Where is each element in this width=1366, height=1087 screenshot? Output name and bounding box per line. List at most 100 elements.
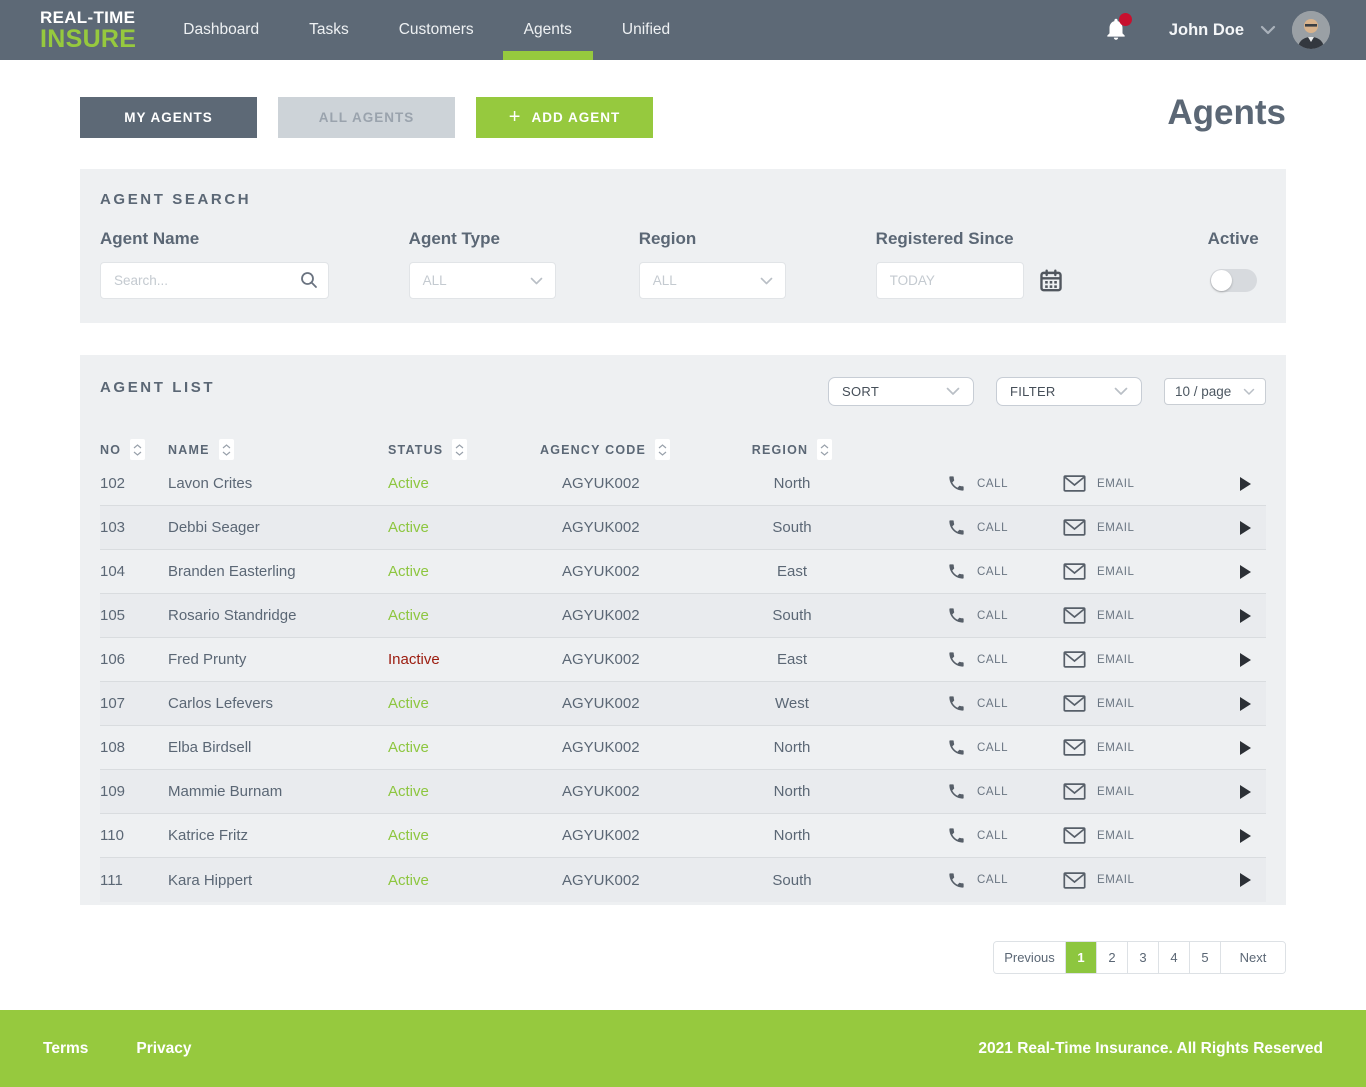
brand-logo[interactable]: REAL-TIME INSURE bbox=[40, 9, 136, 52]
email-button[interactable]: EMAIL bbox=[1063, 607, 1203, 624]
email-icon bbox=[1063, 607, 1086, 624]
user-menu-chevron-icon[interactable] bbox=[1260, 25, 1276, 35]
filter-select[interactable]: FILTER bbox=[996, 377, 1142, 406]
toolbar: MY AGENTS ALL AGENTS + ADD AGENT Agents bbox=[80, 93, 1286, 138]
call-button[interactable]: CALL bbox=[947, 606, 1063, 625]
email-button[interactable]: EMAIL bbox=[1063, 695, 1203, 712]
agent-agency-code: AGYUK002 bbox=[562, 695, 640, 712]
agent-name: Lavon Crites bbox=[168, 475, 253, 492]
expand-row-arrow-icon[interactable] bbox=[1203, 564, 1266, 580]
email-button[interactable]: EMAIL bbox=[1063, 827, 1203, 844]
expand-row-arrow-icon[interactable] bbox=[1203, 476, 1266, 492]
column-header-status[interactable]: STATUS bbox=[388, 439, 540, 460]
agent-region: North bbox=[773, 827, 811, 844]
active-toggle[interactable] bbox=[1209, 269, 1257, 292]
pagination-page-5[interactable]: 5 bbox=[1190, 942, 1221, 973]
calendar-icon[interactable] bbox=[1038, 268, 1064, 294]
expand-row-arrow-icon[interactable] bbox=[1203, 828, 1266, 844]
call-label: CALL bbox=[977, 653, 1009, 666]
nav-item-customers[interactable]: Customers bbox=[374, 0, 499, 60]
my-agents-button[interactable]: MY AGENTS bbox=[80, 97, 257, 138]
top-navbar: REAL-TIME INSURE Dashboard Tasks Custome… bbox=[0, 0, 1366, 60]
email-button[interactable]: EMAIL bbox=[1063, 651, 1203, 668]
call-button[interactable]: CALL bbox=[947, 518, 1063, 537]
nav-item-dashboard[interactable]: Dashboard bbox=[158, 0, 284, 60]
expand-row-arrow-icon[interactable] bbox=[1203, 872, 1266, 888]
phone-icon bbox=[949, 828, 964, 843]
column-header-name[interactable]: NAME bbox=[168, 439, 388, 460]
add-agent-button[interactable]: + ADD AGENT bbox=[476, 97, 653, 138]
terms-link[interactable]: Terms bbox=[43, 1040, 88, 1058]
call-button[interactable]: CALL bbox=[947, 738, 1063, 757]
call-button[interactable]: CALL bbox=[947, 474, 1063, 493]
agent-no: 110 bbox=[100, 827, 124, 844]
sort-icon[interactable] bbox=[817, 439, 833, 460]
expand-row-arrow-icon[interactable] bbox=[1203, 608, 1266, 624]
call-button[interactable]: CALL bbox=[947, 826, 1063, 845]
email-button[interactable]: EMAIL bbox=[1063, 783, 1203, 800]
call-button[interactable]: CALL bbox=[947, 562, 1063, 581]
email-button[interactable]: EMAIL bbox=[1063, 739, 1203, 756]
notifications-bell-icon[interactable] bbox=[1103, 13, 1132, 45]
main-nav: Dashboard Tasks Customers Agents Unified bbox=[158, 0, 695, 60]
expand-row-arrow-icon[interactable] bbox=[1203, 652, 1266, 668]
agent-name: Elba Birdsell bbox=[168, 739, 252, 756]
email-label: EMAIL bbox=[1097, 874, 1135, 886]
email-button[interactable]: EMAIL bbox=[1063, 871, 1203, 889]
agent-name: Branden Easterling bbox=[168, 563, 296, 580]
email-label: EMAIL bbox=[1097, 829, 1135, 842]
column-header-no[interactable]: NO bbox=[100, 439, 168, 460]
privacy-link[interactable]: Privacy bbox=[136, 1040, 191, 1058]
agent-no: 104 bbox=[100, 563, 126, 580]
per-page-select[interactable]: 10 / page bbox=[1164, 378, 1266, 405]
pagination-page-1[interactable]: 1 bbox=[1066, 942, 1097, 973]
sort-icon[interactable] bbox=[130, 439, 146, 460]
call-label: CALL bbox=[977, 874, 1009, 886]
email-label: EMAIL bbox=[1097, 741, 1135, 754]
sort-icon[interactable] bbox=[218, 439, 234, 460]
email-button[interactable]: EMAIL bbox=[1063, 519, 1203, 536]
pagination-previous-button[interactable]: Previous bbox=[994, 942, 1066, 973]
email-button[interactable]: EMAIL bbox=[1063, 475, 1203, 492]
expand-row-arrow-icon[interactable] bbox=[1203, 740, 1266, 756]
expand-row-arrow-icon[interactable] bbox=[1203, 784, 1266, 800]
email-icon bbox=[1063, 651, 1086, 668]
agent-name: Carlos Lefevers bbox=[168, 695, 274, 712]
chevron-down-icon bbox=[1114, 387, 1128, 395]
agent-name-search-input[interactable] bbox=[100, 262, 329, 299]
sort-select[interactable]: SORT bbox=[828, 377, 974, 406]
call-button[interactable]: CALL bbox=[947, 871, 1063, 890]
all-agents-button[interactable]: ALL AGENTS bbox=[278, 97, 455, 138]
nav-item-unified[interactable]: Unified bbox=[597, 0, 695, 60]
call-button[interactable]: CALL bbox=[947, 694, 1063, 713]
expand-row-arrow-icon[interactable] bbox=[1203, 696, 1266, 712]
email-icon bbox=[1063, 695, 1086, 712]
column-header-region[interactable]: REGION bbox=[727, 439, 857, 460]
call-button[interactable]: CALL bbox=[947, 650, 1063, 669]
agent-agency-code: AGYUK002 bbox=[562, 827, 640, 844]
user-name[interactable]: John Doe bbox=[1169, 21, 1244, 40]
pagination-page-2[interactable]: 2 bbox=[1097, 942, 1128, 973]
email-icon bbox=[1063, 563, 1086, 580]
sort-icon[interactable] bbox=[452, 439, 468, 460]
pagination-next-button[interactable]: Next bbox=[1221, 942, 1285, 973]
registered-since-input[interactable] bbox=[875, 262, 1024, 299]
table-row: 105 Rosario Standridge Active AGYUK002 S… bbox=[100, 594, 1266, 638]
region-select[interactable]: ALL bbox=[638, 262, 786, 299]
agent-no: 105 bbox=[100, 607, 126, 624]
sort-icon[interactable] bbox=[655, 439, 671, 460]
user-avatar[interactable] bbox=[1292, 11, 1330, 49]
expand-row-arrow-icon[interactable] bbox=[1203, 520, 1266, 536]
pagination-page-4[interactable]: 4 bbox=[1159, 942, 1190, 973]
email-icon bbox=[1063, 871, 1086, 889]
nav-item-agents[interactable]: Agents bbox=[499, 0, 597, 60]
email-button[interactable]: EMAIL bbox=[1063, 563, 1203, 580]
agent-type-select[interactable]: ALL bbox=[408, 262, 556, 299]
registered-since-field: Registered Since bbox=[875, 229, 1201, 299]
pagination-page-3[interactable]: 3 bbox=[1128, 942, 1159, 973]
nav-item-tasks[interactable]: Tasks bbox=[284, 0, 374, 60]
agent-name-field: Agent Name bbox=[100, 229, 409, 299]
column-header-agency-code[interactable]: AGENCY CODE bbox=[540, 439, 727, 460]
phone-icon bbox=[949, 476, 964, 491]
call-button[interactable]: CALL bbox=[947, 782, 1063, 801]
